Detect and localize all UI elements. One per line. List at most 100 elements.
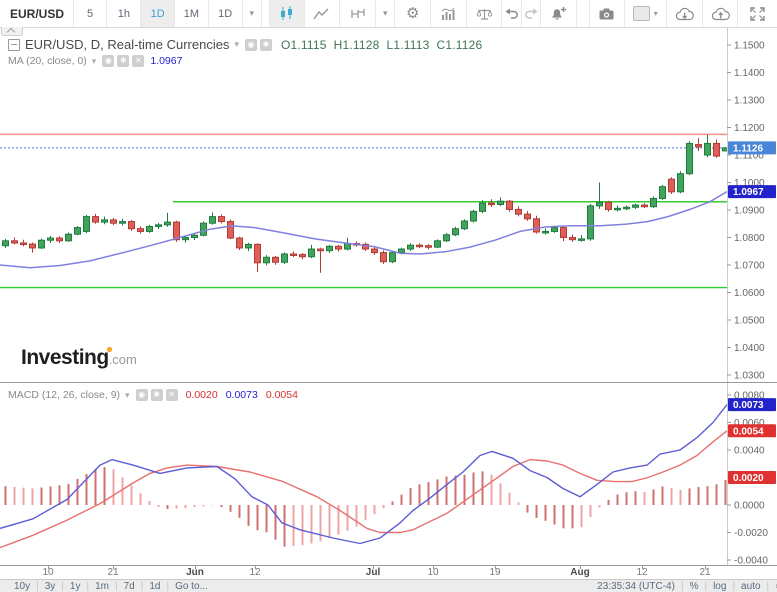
eye-icon[interactable]: ◉ [245,39,257,51]
interval-1d-button[interactable]: 1D [141,0,175,27]
candle-down[interactable] [642,205,648,207]
range-1m-button[interactable]: 1m [95,581,109,592]
redo-button[interactable] [522,0,541,27]
save-chart-button[interactable] [703,0,739,27]
candle-down[interactable] [534,219,540,232]
candle-down[interactable] [30,244,36,248]
compare-button[interactable] [467,0,503,27]
candle-up[interactable] [471,211,477,221]
symbol-button[interactable]: EUR/USD [0,0,74,27]
candle-down[interactable] [12,241,18,243]
range-1y-button[interactable]: 1y [70,581,81,592]
chevron-down-icon[interactable]: ▾ [234,39,239,50]
candle-down[interactable] [381,253,387,262]
candle-down[interactable] [561,228,567,238]
candle-up[interactable] [66,234,72,241]
percent-scale-button[interactable]: % [690,581,699,592]
candle-up[interactable] [192,235,198,237]
collapse-legend-icon[interactable] [8,39,20,51]
range-3y-button[interactable]: 3y [45,581,56,592]
candle-down[interactable] [606,202,612,209]
candle-down[interactable] [228,222,234,239]
settings-button[interactable]: ⚙ [395,0,431,27]
candle-down[interactable] [21,243,27,245]
interval-dropdown-caret[interactable]: ▾ [243,0,262,27]
candle-down[interactable] [174,222,180,240]
interval-1d2-button[interactable]: 1D [209,0,243,27]
indicators-button[interactable] [431,0,467,27]
range-1d-button[interactable]: 1d [149,581,160,592]
candle-down[interactable] [93,217,99,223]
close-icon[interactable]: ✕ [166,389,178,401]
candle-down[interactable] [129,222,135,229]
load-chart-button[interactable] [667,0,703,27]
candle-down[interactable] [696,145,702,147]
chevron-down-icon[interactable]: ▾ [125,390,130,401]
gear-icon[interactable]: ✱ [260,39,272,51]
candle-down[interactable] [669,179,675,192]
candle-down[interactable] [489,203,495,205]
candle-down[interactable] [336,246,342,249]
interval-1h-button[interactable]: 1h [107,0,141,27]
candle-up[interactable] [3,241,9,246]
candle-down[interactable] [516,209,522,214]
candle-up[interactable] [444,235,450,241]
candle-down[interactable] [525,214,531,219]
candle-up[interactable] [84,217,90,232]
candle-up[interactable] [705,143,711,155]
candle-up[interactable] [345,244,351,250]
candle-up[interactable] [156,225,162,227]
fullscreen-button[interactable] [738,0,777,27]
eye-icon[interactable]: ◉ [102,55,114,67]
candle-up[interactable] [147,226,153,231]
candle-down[interactable] [219,217,225,222]
drawing-toolbar-collapse-tab[interactable] [1,27,23,36]
candle-up[interactable] [651,198,657,206]
undo-button[interactable] [502,0,521,27]
chevron-down-icon[interactable]: ▾ [92,56,97,67]
candle-up[interactable] [462,221,468,229]
auto-scale-button[interactable]: auto [741,581,760,592]
candle-up[interactable] [102,220,108,222]
candle-up[interactable] [687,143,693,173]
line-style-button[interactable] [305,0,341,27]
gear-icon[interactable]: ✱ [151,389,163,401]
candle-down[interactable] [291,254,297,256]
candle-down[interactable] [57,238,63,241]
candle-up[interactable] [39,240,45,248]
candle-up[interactable] [246,244,252,248]
candle-down[interactable] [111,220,117,223]
candle-up[interactable] [453,229,459,235]
candle-up[interactable] [264,257,270,263]
candle-up[interactable] [399,249,405,253]
candle-up[interactable] [201,223,207,235]
candle-down[interactable] [507,201,513,209]
candle-up[interactable] [597,202,603,206]
candle-up[interactable] [480,203,486,211]
candle-up[interactable] [327,246,333,250]
eye-icon[interactable]: ◉ [136,389,148,401]
range-10y-button[interactable]: 10y [14,581,30,592]
screenshot-button[interactable] [589,0,625,27]
candle-up[interactable] [390,253,396,262]
log-scale-button[interactable]: log [713,581,726,592]
interval-1m-button[interactable]: 1M [175,0,209,27]
candle-down[interactable] [570,237,576,239]
candle-down[interactable] [417,245,423,247]
candle-down[interactable] [273,257,279,262]
candle-up[interactable] [678,174,684,192]
candle-up[interactable] [165,222,171,225]
candle-up[interactable] [48,238,54,240]
candlestick-style-button[interactable] [269,0,305,27]
close-icon[interactable]: ✕ [132,55,144,67]
candle-down[interactable] [237,238,243,248]
candle-up[interactable] [309,249,315,257]
step-style-button[interactable] [340,0,376,27]
price-chart[interactable]: 1.15001.14001.13001.12001.11001.10001.09… [0,28,777,383]
candle-up[interactable] [408,245,414,249]
candle-up[interactable] [615,208,621,210]
candle-down[interactable] [372,249,378,253]
candle-up[interactable] [543,231,549,233]
gear-icon[interactable]: ✱ [117,55,129,67]
candle-down[interactable] [300,255,306,257]
